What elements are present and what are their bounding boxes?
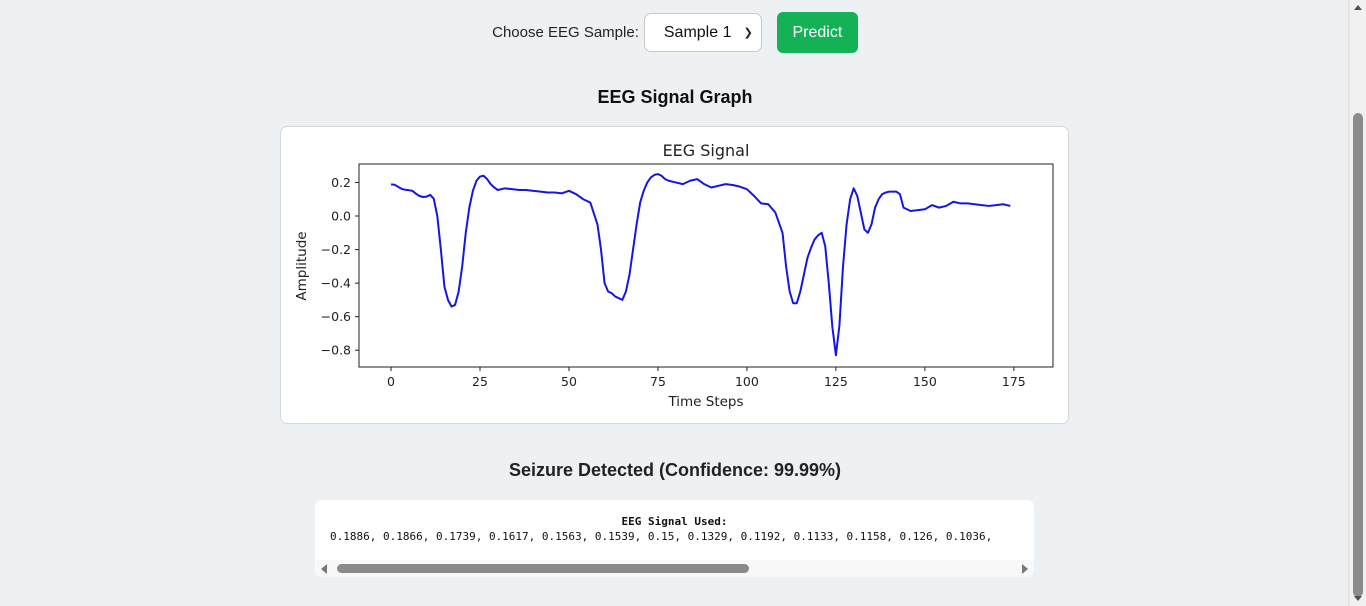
signal-heading: EEG Signal Used:: [621, 515, 728, 528]
chart-xlabel: Time Steps: [667, 394, 743, 410]
eeg-chart: EEG Signal Time Steps Amplitude 0 25 50 75 1…: [294, 141, 1054, 410]
x-tick-label: 100: [735, 374, 759, 389]
x-tick-label: 25: [472, 374, 488, 389]
x-tick-label: 50: [561, 374, 577, 389]
chart-ylabel: Amplitude: [294, 231, 310, 300]
sample-select-value: Sample 1: [663, 23, 732, 41]
sample-label: Choose EEG Sample:: [492, 24, 639, 41]
sample-select[interactable]: Sample 1 ❯: [643, 13, 762, 52]
sample-controls: Choose EEG Sample: Sample 1 ❯ Predict: [0, 12, 1350, 53]
graph-card: EEG Signal Time Steps Amplitude 0 25 50 75 1…: [280, 126, 1069, 424]
chevron-down-icon: ❯: [743, 27, 753, 39]
y-tick-label: −0.4: [321, 276, 351, 291]
scroll-left-icon[interactable]: [321, 564, 327, 574]
x-tick-label: 75: [650, 374, 666, 389]
y-tick-label: −0.6: [321, 309, 351, 324]
scroll-down-icon[interactable]: [1354, 596, 1362, 601]
vertical-scroll-thumb[interactable]: [1353, 113, 1363, 597]
x-tick-label: 175: [1002, 374, 1026, 389]
y-tick-label: −0.2: [321, 242, 351, 257]
signal-values: 0.1886, 0.1866, 0.1739, 0.1617, 0.1563, …: [330, 530, 993, 543]
y-tick-label: −0.8: [321, 343, 351, 358]
graph-section-title: EEG Signal Graph: [597, 87, 753, 107]
scroll-right-icon[interactable]: [1022, 564, 1028, 574]
y-tick-label: 0.0: [331, 209, 351, 224]
x-tick-label: 0: [387, 374, 395, 389]
vertical-scrollbar[interactable]: [1350, 0, 1366, 606]
eeg-signal-line: [390, 173, 1011, 357]
y-tick-label: 0.2: [331, 175, 351, 190]
horizontal-scrollbar[interactable]: [315, 560, 1034, 577]
chart-title: EEG Signal: [663, 141, 750, 160]
prediction-result: Seizure Detected (Confidence: 99.99%): [508, 460, 842, 480]
signal-card: EEG Signal Used: 0.1886, 0.1866, 0.1739,…: [315, 500, 1034, 577]
predict-button[interactable]: Predict: [776, 12, 858, 53]
horizontal-scroll-thumb[interactable]: [337, 564, 749, 573]
x-tick-label: 125: [824, 374, 848, 389]
scroll-up-icon[interactable]: [1354, 5, 1362, 10]
x-tick-label: 150: [913, 374, 937, 389]
